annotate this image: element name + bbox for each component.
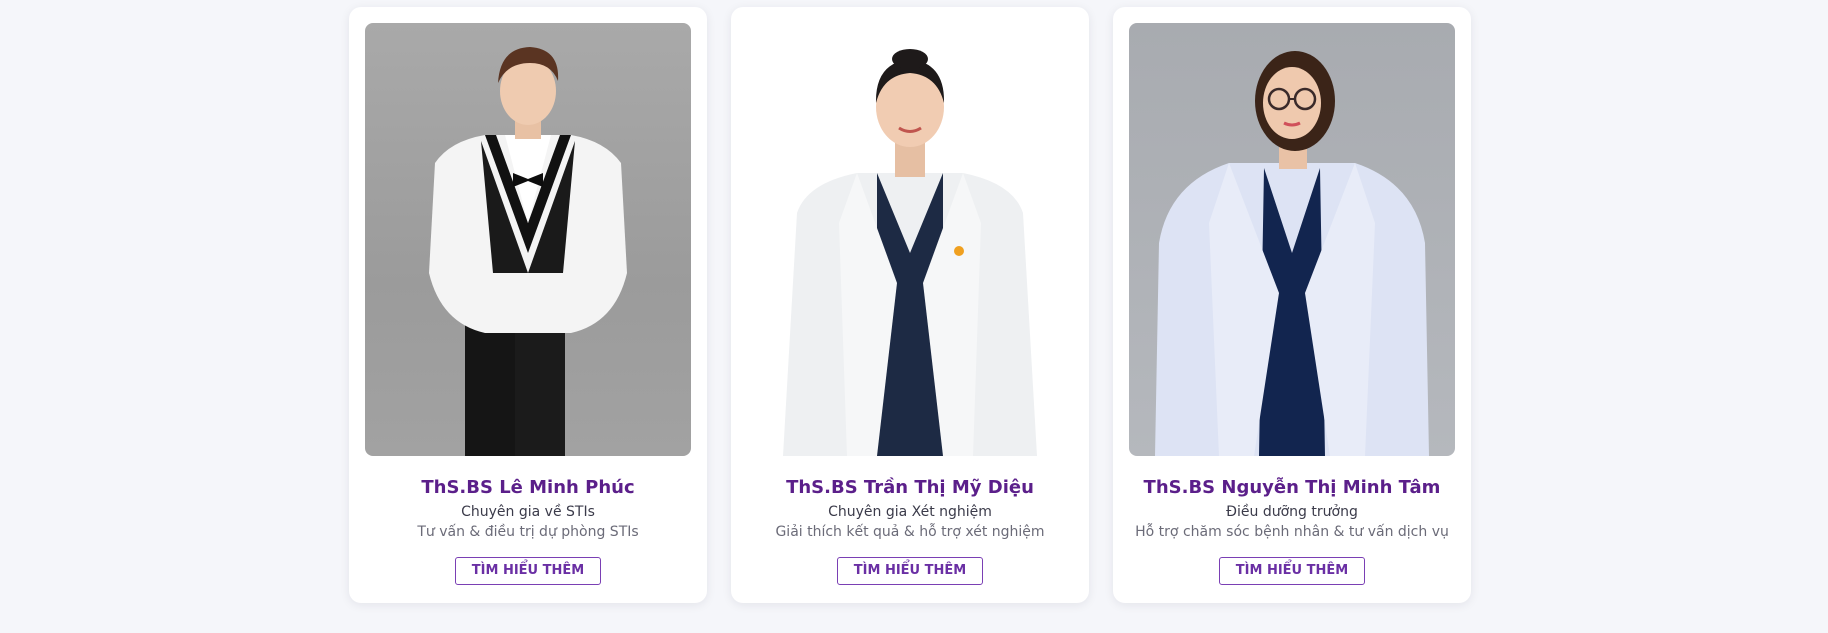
doctor-portrait-image xyxy=(783,49,1037,456)
doctor-portrait-image xyxy=(1155,51,1429,456)
doctor-role: Chuyên gia về STIs xyxy=(461,504,595,520)
learn-more-button[interactable]: TÌM HIỂU THÊM xyxy=(836,557,984,585)
doctor-card: ThS.BS Trần Thị Mỹ Diệu Chuyên gia Xét n… xyxy=(731,7,1089,603)
doctor-description: Hỗ trợ chăm sóc bệnh nhân & tư vấn dịch … xyxy=(1135,524,1449,540)
doctor-role: Chuyên gia Xét nghiệm xyxy=(828,504,992,520)
learn-more-button[interactable]: TÌM HIỂU THÊM xyxy=(1218,557,1366,585)
doctor-cards-row: ThS.BS Lê Minh Phúc Chuyên gia về STIs T… xyxy=(349,7,1471,603)
learn-more-button[interactable]: TÌM HIỂU THÊM xyxy=(454,557,602,585)
doctor-description: Giải thích kết quả & hỗ trợ xét nghiệm xyxy=(775,524,1045,540)
doctor-photo xyxy=(1129,23,1455,456)
doctor-name: ThS.BS Lê Minh Phúc xyxy=(421,477,635,498)
doctor-role: Điều dưỡng trưởng xyxy=(1226,504,1358,520)
doctor-name: ThS.BS Nguyễn Thị Minh Tâm xyxy=(1143,477,1441,498)
doctor-card: ThS.BS Lê Minh Phúc Chuyên gia về STIs T… xyxy=(349,7,707,603)
doctor-portrait-image xyxy=(429,47,627,456)
doctor-card: ThS.BS Nguyễn Thị Minh Tâm Điều dưỡng tr… xyxy=(1113,7,1471,603)
doctor-photo xyxy=(365,23,691,456)
doctor-name: ThS.BS Trần Thị Mỹ Diệu xyxy=(786,477,1034,498)
doctor-description: Tư vấn & điều trị dự phòng STIs xyxy=(417,524,639,540)
doctor-photo xyxy=(747,23,1073,456)
